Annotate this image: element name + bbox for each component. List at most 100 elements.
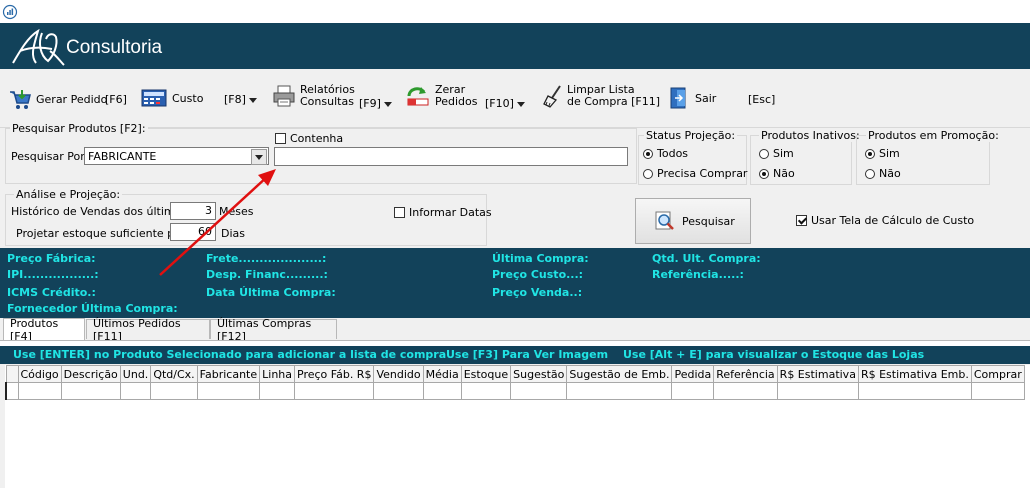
cell[interactable]	[776, 382, 859, 400]
tab-ultimos-pedidos[interactable]: Últimos Pedidos [F11]	[86, 317, 210, 343]
cell[interactable]	[713, 382, 778, 400]
toolbar: Gerar Pedido [F6] Custo [F8] Relatórios …	[0, 69, 1030, 128]
status-projecao-label: Status Projeção:	[644, 129, 738, 142]
produtos-inativos-label: Produtos Inativos:	[759, 129, 862, 142]
custo-button[interactable]: Custo	[141, 88, 203, 108]
contenha-checkbox[interactable]: Contenha	[275, 132, 343, 145]
pesquisar-button[interactable]: Pesquisar	[635, 198, 751, 244]
col-pedida[interactable]: Pedida	[671, 365, 715, 383]
col-comprar[interactable]: Comprar	[970, 365, 1025, 383]
radio-selected-icon	[759, 168, 769, 179]
gerar-pedido-key: [F6]	[105, 93, 127, 106]
cell[interactable]	[119, 382, 152, 400]
col-estimativa-emb[interactable]: R$ Estimativa Emb.	[857, 365, 972, 383]
cell[interactable]	[422, 382, 462, 400]
cell[interactable]	[196, 382, 261, 400]
informar-datas-checkbox[interactable]: Informar Datas	[394, 206, 492, 219]
chevron-down-icon	[516, 101, 525, 107]
products-table: Código Descrição Und. Qtd/Cx. Fabricante…	[5, 365, 1025, 400]
sair-button[interactable]: Sair	[668, 86, 716, 110]
sair-label: Sair	[695, 91, 717, 105]
radio-precisa-comprar[interactable]: Precisa Comprar	[643, 167, 747, 180]
zerar-dropdown[interactable]: [F10]	[485, 97, 525, 110]
col-vendido[interactable]: Vendido	[373, 365, 424, 383]
row-indicator	[5, 382, 19, 400]
pesquisar-por-value: FABRICANTE	[88, 149, 157, 163]
radio-inativos-nao[interactable]: Não	[759, 167, 795, 180]
checkbox-icon	[394, 207, 405, 218]
tab-produtos[interactable]: Produtos [F4]	[3, 317, 85, 343]
cell[interactable]	[60, 382, 121, 400]
cell[interactable]	[510, 382, 568, 400]
cell[interactable]	[373, 382, 424, 400]
radio-promocao-nao[interactable]: Não	[865, 167, 901, 180]
col-sugestao[interactable]: Sugestão	[510, 365, 568, 383]
preco-fabrica-label: Preço Fábrica:	[7, 252, 96, 265]
chevron-down-icon	[383, 101, 392, 107]
col-qtd-cx[interactable]: Qtd/Cx.	[150, 365, 198, 383]
col-estoque[interactable]: Estoque	[460, 365, 512, 383]
radio-selected-icon	[865, 148, 875, 159]
col-referencia[interactable]: Referência	[713, 365, 778, 383]
radio-todos-label: Todos	[657, 147, 689, 160]
radio-inativos-nao-label: Não	[773, 167, 795, 180]
ultima-compra-label: Última Compra:	[492, 252, 589, 265]
relatorios-dropdown[interactable]: [F9]	[359, 97, 392, 110]
products-grid[interactable]: Código Descrição Und. Qtd/Cx. Fabricante…	[5, 365, 1030, 488]
gerar-pedido-button[interactable]: Gerar Pedido	[8, 88, 107, 110]
cell[interactable]	[970, 382, 1025, 400]
gerar-pedido-label: Gerar Pedido	[36, 92, 108, 106]
informar-datas-label: Informar Datas	[409, 206, 492, 219]
radio-icon	[865, 168, 875, 179]
logo-icon	[12, 28, 65, 66]
col-descricao[interactable]: Descrição	[60, 365, 121, 383]
app-icon	[2, 4, 18, 20]
cell[interactable]	[259, 382, 296, 400]
hint-alt-e: Use [Alt + E] para visualizar o Estoque …	[623, 348, 925, 361]
zerar-pedidos-button[interactable]: Zerar Pedidos	[405, 84, 478, 108]
search-input[interactable]	[274, 147, 628, 166]
col-media[interactable]: Média	[422, 365, 462, 383]
hint-f3: Use [F3] Para Ver Imagem	[446, 348, 609, 361]
pesquisar-por-label: Pesquisar Por:	[11, 150, 89, 163]
cell[interactable]	[566, 382, 673, 400]
cell[interactable]	[294, 382, 375, 400]
cell[interactable]	[460, 382, 512, 400]
cell[interactable]	[857, 382, 972, 400]
printer-icon	[273, 85, 295, 107]
relatorios-button[interactable]: Relatórios Consultas	[272, 84, 355, 108]
col-linha[interactable]: Linha	[259, 365, 296, 383]
radio-icon	[643, 168, 653, 179]
radio-promocao-nao-label: Não	[879, 167, 901, 180]
broom-icon	[543, 85, 561, 108]
cell[interactable]	[17, 382, 62, 400]
pesquisar-label: Pesquisar	[682, 214, 735, 228]
data-ultima-compra-label: Data Última Compra:	[206, 286, 336, 299]
relatorios-key: [F9]	[359, 97, 381, 110]
referencia-label: Referência.....:	[652, 268, 744, 281]
tab-ultimas-compras[interactable]: Últimas Compras [F12]	[210, 317, 337, 343]
radio-promocao-sim[interactable]: Sim	[865, 147, 900, 160]
col-fabricante[interactable]: Fabricante	[196, 365, 261, 383]
cell[interactable]	[150, 382, 198, 400]
radio-inativos-sim[interactable]: Sim	[759, 147, 794, 160]
ipi-label: IPI.................:	[7, 268, 99, 281]
reset-icon	[407, 87, 429, 106]
radio-todos[interactable]: Todos	[643, 147, 688, 160]
search-group-label: Pesquisar Produtos [F2]:	[10, 122, 148, 135]
cell[interactable]	[671, 382, 715, 400]
col-und[interactable]: Und.	[119, 365, 152, 383]
icms-label: ICMS Crédito.:	[7, 286, 96, 299]
col-estimativa[interactable]: R$ Estimativa	[776, 365, 859, 383]
col-preco-fab[interactable]: Preço Fáb. R$	[294, 365, 375, 383]
col-codigo[interactable]: Código	[17, 365, 62, 383]
usar-tela-checkbox[interactable]: Usar Tela de Cálculo de Custo	[796, 214, 974, 227]
limpar-lista-button[interactable]: Limpar Lista de Compra [F11]	[542, 84, 660, 108]
col-sugestao-emb[interactable]: Sugestão de Emb.	[566, 365, 673, 383]
table-row[interactable]	[5, 382, 1025, 400]
search-icon	[655, 211, 674, 230]
row-indicator-header	[5, 365, 19, 383]
fornecedor-label: Fornecedor Última Compra:	[7, 302, 178, 315]
chevron-down-icon	[255, 154, 263, 160]
custo-dropdown[interactable]: [F8]	[224, 93, 257, 106]
